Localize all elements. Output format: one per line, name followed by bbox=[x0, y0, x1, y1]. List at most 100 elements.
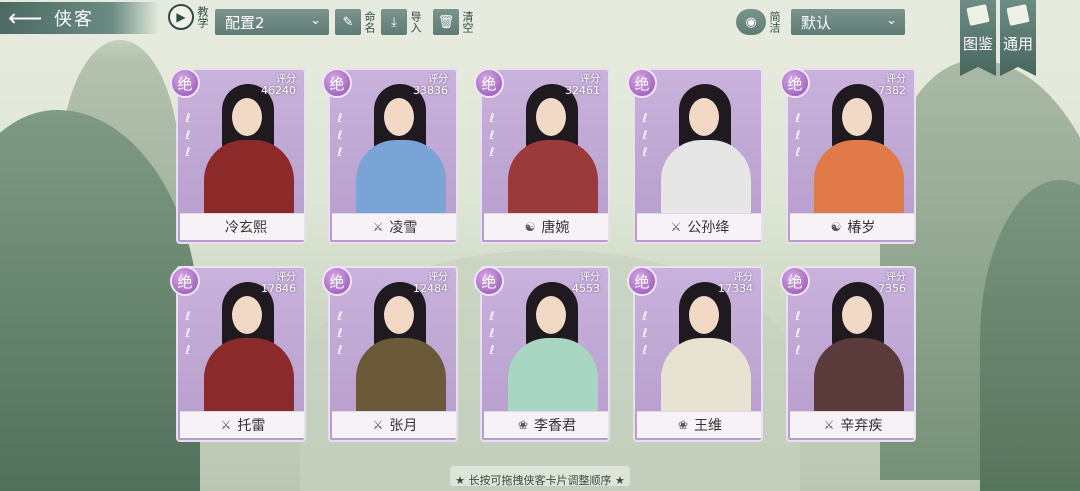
hero-name: 辛弃疾 bbox=[840, 418, 883, 434]
rarity-badge: 绝 bbox=[170, 68, 200, 98]
hero-name-bar: ☯ 椿岁 bbox=[790, 213, 914, 240]
hero-name: 李香君 bbox=[534, 418, 577, 434]
rarity-badge: 绝 bbox=[322, 68, 352, 98]
general-label: 通用 bbox=[1002, 35, 1033, 53]
back-arrow-icon: ⟵ bbox=[8, 4, 43, 32]
sword-icon: ⚔ bbox=[220, 418, 232, 432]
card-frame: ☯ 唐婉 ℓℓℓ 评分 32461 bbox=[480, 68, 610, 244]
rarity-badge: 绝 bbox=[780, 68, 810, 98]
hero-card[interactable]: ⚔ 公孙绛 ℓℓℓ 绝 bbox=[627, 64, 763, 244]
rank-marks: ℓℓℓ bbox=[642, 111, 648, 159]
import-button[interactable]: ⤓ 导入 bbox=[381, 9, 422, 35]
yin-yang-icon: ☯ bbox=[830, 220, 842, 234]
rarity-badge: 绝 bbox=[627, 266, 657, 296]
drag-hint: ★ 长按可拖拽侠客卡片调整顺序 ★ bbox=[455, 474, 625, 487]
teach-label: 教学 bbox=[196, 6, 209, 28]
brush-icon: ✎ bbox=[335, 9, 361, 35]
hero-name: 张月 bbox=[389, 418, 418, 434]
rank-marks: ℓℓℓ bbox=[337, 111, 343, 159]
card-frame: ⚔ 张月 ℓℓℓ 评分 12484 bbox=[328, 266, 458, 442]
score-block: 评分 17846 bbox=[261, 272, 296, 294]
teach-button[interactable]: ▶ 教学 bbox=[168, 4, 209, 30]
rank-marks: ℓℓℓ bbox=[489, 111, 495, 159]
trash-icon: 🗑 bbox=[433, 9, 459, 35]
hero-name-bar: 冷玄熙 bbox=[180, 213, 304, 240]
score-value: 17846 bbox=[261, 282, 296, 295]
hero-portrait bbox=[498, 78, 606, 224]
config-select[interactable]: 配置2 ⌄ bbox=[215, 9, 329, 35]
hero-name: 托雷 bbox=[237, 418, 266, 434]
back-button[interactable]: ⟵ 侠客 bbox=[0, 2, 160, 34]
rank-marks: ℓℓℓ bbox=[795, 309, 801, 357]
card-frame: ⚔ 托雷 ℓℓℓ 评分 17846 bbox=[176, 266, 306, 442]
score-block: 评分 17334 bbox=[718, 272, 753, 294]
score-value: 32461 bbox=[565, 84, 600, 97]
hero-card[interactable]: ❀ 李香君 ℓℓℓ 评分 4553 绝 bbox=[474, 262, 610, 442]
card-frame: ❀ 王维 ℓℓℓ 评分 17334 bbox=[633, 266, 763, 442]
hero-card[interactable]: ⚔ 辛弃疾 ℓℓℓ 评分 7356 绝 bbox=[780, 262, 916, 442]
hero-card[interactable]: ❀ 王维 ℓℓℓ 评分 17334 绝 bbox=[627, 262, 763, 442]
hero-name: 冷玄熙 bbox=[225, 220, 267, 236]
hero-card[interactable]: ☯ 唐婉 ℓℓℓ 评分 32461 绝 bbox=[474, 64, 610, 244]
play-icon: ▶ bbox=[168, 4, 194, 30]
score-block: 评分 7382 bbox=[878, 74, 906, 96]
rank-marks: ℓℓℓ bbox=[795, 111, 801, 159]
hero-portrait bbox=[346, 78, 454, 224]
rank-marks: ℓℓℓ bbox=[185, 309, 191, 357]
card-frame: ☯ 椿岁 ℓℓℓ 评分 7382 bbox=[786, 68, 916, 244]
hero-name: 王维 bbox=[694, 418, 723, 434]
rename-label: 命名 bbox=[363, 11, 376, 33]
rarity-badge: 绝 bbox=[474, 68, 504, 98]
hero-name-bar: ⚔ 托雷 bbox=[180, 411, 304, 438]
book-icon bbox=[966, 4, 990, 26]
score-block: 评分 46240 bbox=[261, 74, 296, 96]
codex-label: 图鉴 bbox=[962, 35, 993, 53]
rank-marks: ℓℓℓ bbox=[642, 309, 648, 357]
rank-marks: ℓℓℓ bbox=[489, 309, 495, 357]
sword-icon: ⚔ bbox=[372, 418, 384, 432]
rarity-badge: 绝 bbox=[627, 68, 657, 98]
download-icon: ⤓ bbox=[381, 9, 407, 35]
hero-card[interactable]: ⚔ 托雷 ℓℓℓ 评分 17846 绝 bbox=[170, 262, 306, 442]
general-button[interactable]: 通用 bbox=[1000, 0, 1036, 76]
chevron-down-icon: ⌄ bbox=[310, 13, 321, 28]
card-frame: 冷玄熙 ℓℓℓ 评分 46240 bbox=[176, 68, 306, 244]
yin-yang-icon: ☯ bbox=[524, 220, 536, 234]
rarity-badge: 绝 bbox=[322, 266, 352, 296]
hero-name-bar: ⚔ 公孙绛 bbox=[637, 213, 761, 240]
score-value: 12484 bbox=[413, 282, 448, 295]
rank-marks: ℓℓℓ bbox=[185, 111, 191, 159]
card-frame: ❀ 李香君 ℓℓℓ 评分 4553 bbox=[480, 266, 610, 442]
hero-portrait bbox=[804, 78, 912, 224]
hero-card[interactable]: ⚔ 张月 ℓℓℓ 评分 12484 绝 bbox=[322, 262, 458, 442]
hero-name-bar: ☯ 唐婉 bbox=[484, 213, 608, 240]
eye-icon: ◉ bbox=[736, 9, 766, 35]
filter-button[interactable]: ◉ 简洁 bbox=[736, 9, 781, 35]
score-block: 评分 12484 bbox=[413, 272, 448, 294]
sword-icon: ⚔ bbox=[372, 220, 384, 234]
sword-icon: ⚔ bbox=[823, 418, 835, 432]
hero-name: 椿岁 bbox=[847, 220, 876, 236]
import-label: 导入 bbox=[409, 11, 422, 33]
hero-name: 唐婉 bbox=[541, 220, 570, 236]
hero-portrait bbox=[651, 78, 759, 224]
score-value: 7382 bbox=[878, 84, 906, 97]
hero-portrait bbox=[804, 276, 912, 422]
rarity-badge: 绝 bbox=[474, 266, 504, 296]
card-frame: ⚔ 公孙绛 ℓℓℓ bbox=[633, 68, 763, 244]
sort-select[interactable]: 默认 ⌄ bbox=[791, 9, 905, 35]
clear-button[interactable]: 🗑 清空 bbox=[433, 9, 474, 35]
clear-label: 清空 bbox=[461, 11, 474, 33]
rename-button[interactable]: ✎ 命名 bbox=[335, 9, 376, 35]
filter-label: 简洁 bbox=[768, 11, 781, 33]
hero-card[interactable]: ⚔ 凌雪 ℓℓℓ 评分 33836 绝 bbox=[322, 64, 458, 244]
hero-name-bar: ⚔ 辛弃疾 bbox=[790, 411, 914, 438]
hero-card[interactable]: 冷玄熙 ℓℓℓ 评分 46240 绝 bbox=[170, 64, 306, 244]
score-block: 评分 4553 bbox=[572, 272, 600, 294]
hero-card[interactable]: ☯ 椿岁 ℓℓℓ 评分 7382 绝 bbox=[780, 64, 916, 244]
score-block: 评分 7356 bbox=[878, 272, 906, 294]
hero-portrait bbox=[651, 276, 759, 422]
card-frame: ⚔ 辛弃疾 ℓℓℓ 评分 7356 bbox=[786, 266, 916, 442]
codex-button[interactable]: 图鉴 bbox=[960, 0, 996, 76]
score-value: 46240 bbox=[261, 84, 296, 97]
